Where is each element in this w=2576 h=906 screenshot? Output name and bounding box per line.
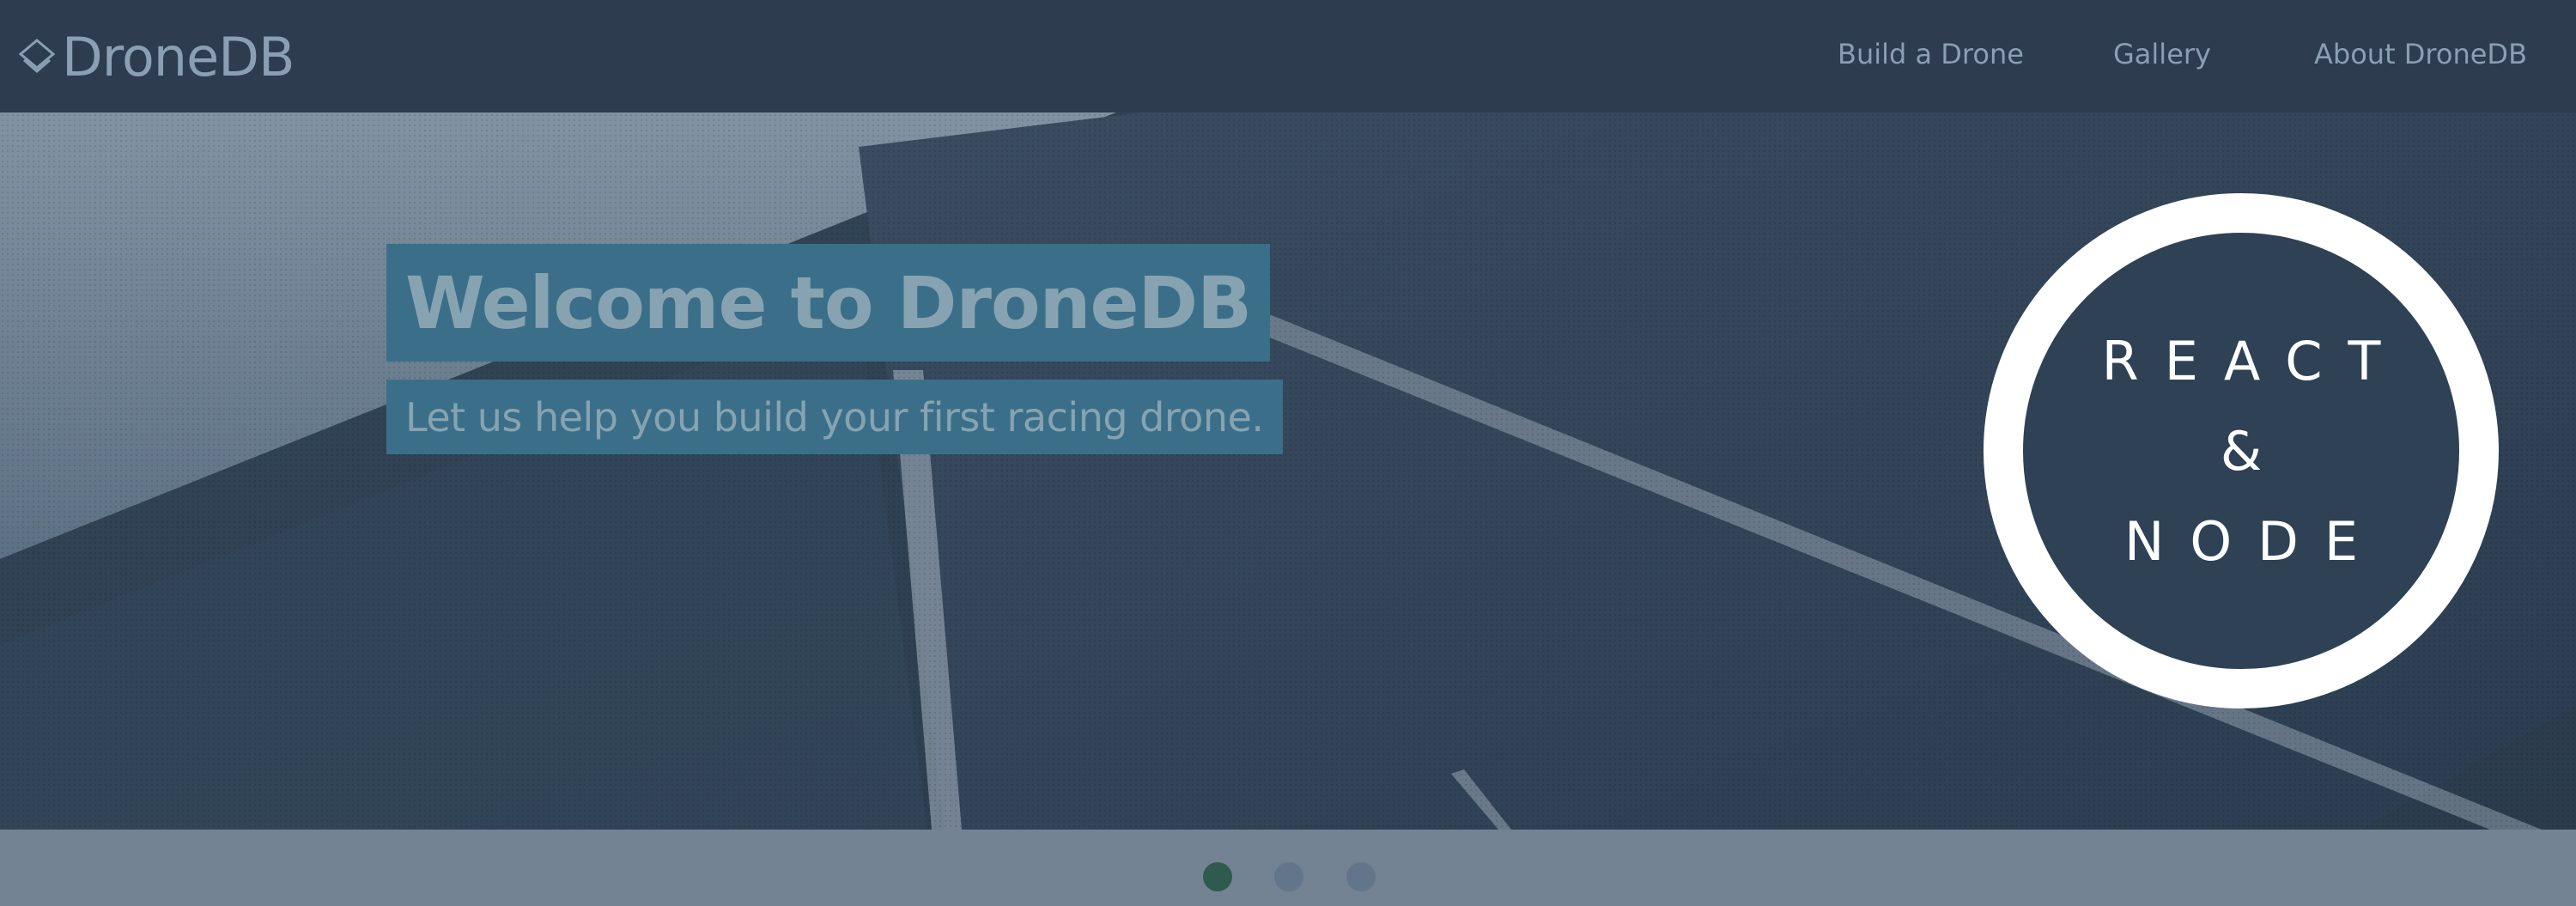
hero-subtitle-highlight: Let us help you build your first racing … [386,380,1283,454]
nav-about-dronedb[interactable]: About DroneDB [2314,38,2527,70]
hero-subtitle: Let us help you build your first racing … [405,393,1264,441]
carousel-dot-1[interactable] [1203,862,1232,891]
carousel-indicator-bar [0,830,2576,906]
diamond-layers-icon [18,39,56,73]
top-navbar: DroneDB Build a Drone Gallery About Dron… [0,0,2576,112]
badge-line-node: NODE [2123,509,2385,573]
brand-name: DroneDB [62,25,295,88]
nav-build-a-drone[interactable]: Build a Drone [1838,38,2024,70]
hero-title-highlight: Welcome to DroneDB [386,244,1271,362]
carousel-dot-2[interactable] [1274,862,1303,891]
hero-carousel-slide: Welcome to DroneDB Let us help you build… [0,112,2576,830]
badge-line-ampersand: & [2220,419,2288,483]
react-node-badge: REACT & NODE [1984,193,2499,708]
hero-title: Welcome to DroneDB [405,260,1252,345]
brand-logo-link[interactable]: DroneDB [17,26,295,88]
nav-gallery[interactable]: Gallery [2113,38,2211,70]
carousel-dot-3[interactable] [1346,862,1376,891]
badge-line-react: REACT [2101,329,2407,392]
